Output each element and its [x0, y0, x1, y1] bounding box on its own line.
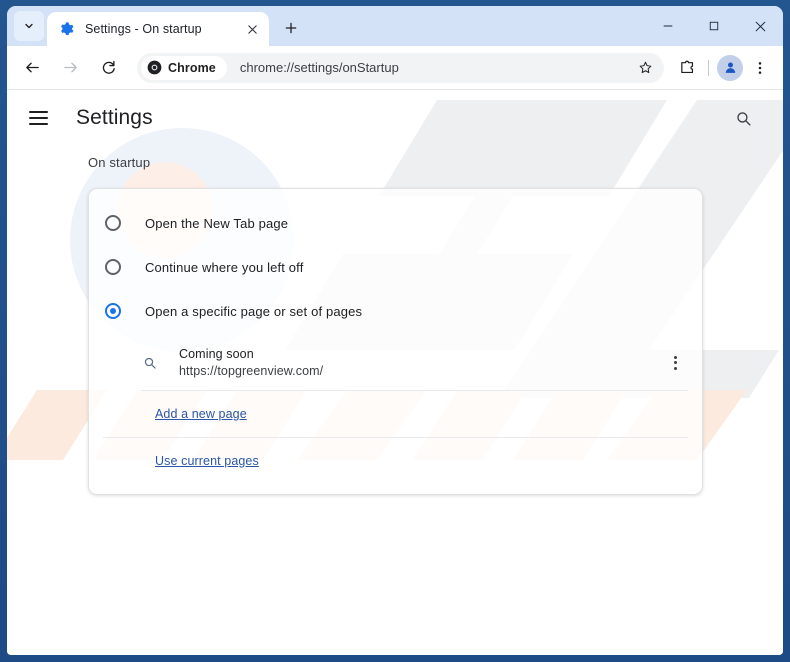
tab-title: Settings - On startup	[85, 22, 202, 36]
radio-option-new-tab-page[interactable]: Open the New Tab page	[89, 201, 702, 245]
plus-icon	[285, 22, 297, 34]
browser-window-frame: Settings - On startup Chrome chrome://se…	[0, 0, 790, 662]
add-a-new-page-link[interactable]: Add a new page	[155, 407, 247, 421]
gear-icon	[61, 22, 74, 35]
startup-page-list-item: Coming soon https://topgreenview.com/	[141, 339, 688, 391]
new-tab-button[interactable]	[277, 14, 305, 42]
toolbar-divider	[708, 59, 709, 76]
close-x-icon	[247, 24, 257, 34]
browser-window: Settings - On startup Chrome chrome://se…	[7, 6, 783, 655]
avatar[interactable]	[717, 54, 743, 81]
bookmark-star-button[interactable]	[632, 55, 658, 81]
add-new-page-row: Add a new page	[103, 391, 688, 438]
close-window-button[interactable]	[737, 6, 783, 46]
page-title: Settings	[76, 106, 153, 129]
reload-button[interactable]	[92, 52, 124, 84]
three-dots-vertical-icon	[758, 61, 762, 74]
magnifier-icon	[144, 357, 156, 369]
extensions-button[interactable]	[672, 53, 702, 83]
close-icon[interactable]	[243, 20, 261, 38]
radio-button[interactable]	[105, 215, 121, 231]
section-heading: On startup	[88, 155, 151, 170]
radio-label: Continue where you left off	[145, 259, 304, 275]
use-current-pages-row: Use current pages	[103, 438, 688, 484]
chrome-menu-button[interactable]	[745, 53, 775, 83]
address-bar-url: chrome://settings/onStartup	[239, 60, 399, 75]
magnifier-icon	[736, 111, 751, 126]
reload-icon	[102, 60, 115, 74]
chevron-down-icon	[25, 23, 33, 29]
chrome-logo-icon	[147, 60, 162, 75]
browser-toolbar: Chrome chrome://settings/onStartup	[7, 46, 783, 90]
search-icon	[141, 354, 159, 372]
minimize-icon	[663, 25, 673, 27]
radio-label: Open a specific page or set of pages	[145, 303, 363, 319]
radio-option-continue-where-left-off[interactable]: Continue where you left off	[89, 245, 702, 289]
arrow-left-icon	[25, 62, 39, 73]
settings-header: Settings	[7, 90, 783, 146]
startup-page-url: https://topgreenview.com/	[179, 364, 324, 378]
settings-page: Settings On startup Open the New Tab pag…	[7, 90, 783, 654]
three-dots-vertical-icon[interactable]	[662, 350, 688, 376]
radio-button-selected[interactable]	[105, 303, 121, 319]
arrow-right-icon	[63, 62, 77, 73]
address-bar[interactable]: Chrome chrome://settings/onStartup	[137, 52, 664, 83]
use-current-pages-link[interactable]: Use current pages	[155, 454, 259, 468]
maximize-icon	[709, 21, 719, 31]
person-icon	[725, 62, 735, 73]
search-icon[interactable]	[727, 102, 759, 134]
forward-button[interactable]	[54, 52, 86, 84]
maximize-button[interactable]	[691, 6, 737, 46]
chrome-chip-label: Chrome	[168, 60, 216, 75]
radio-label: Open the New Tab page	[145, 215, 289, 231]
tab-search-button[interactable]	[14, 11, 44, 41]
on-startup-card: Open the New Tab page Continue where you…	[88, 188, 703, 495]
chrome-chip: Chrome	[141, 55, 227, 80]
back-button[interactable]	[16, 52, 48, 84]
minimize-button[interactable]	[645, 6, 691, 46]
startup-page-title: Coming soon	[179, 347, 254, 361]
tab-settings[interactable]: Settings - On startup	[47, 12, 269, 46]
tab-strip: Settings - On startup	[7, 6, 783, 46]
close-icon	[755, 21, 765, 31]
radio-button[interactable]	[105, 259, 121, 275]
star-icon	[639, 61, 651, 74]
window-controls	[645, 6, 783, 46]
hamburger-menu-icon[interactable]	[29, 103, 59, 133]
radio-option-specific-pages[interactable]: Open a specific page or set of pages	[89, 289, 702, 333]
puzzle-piece-icon	[680, 60, 693, 74]
startup-page-text: Coming soon https://topgreenview.com/	[179, 347, 662, 378]
